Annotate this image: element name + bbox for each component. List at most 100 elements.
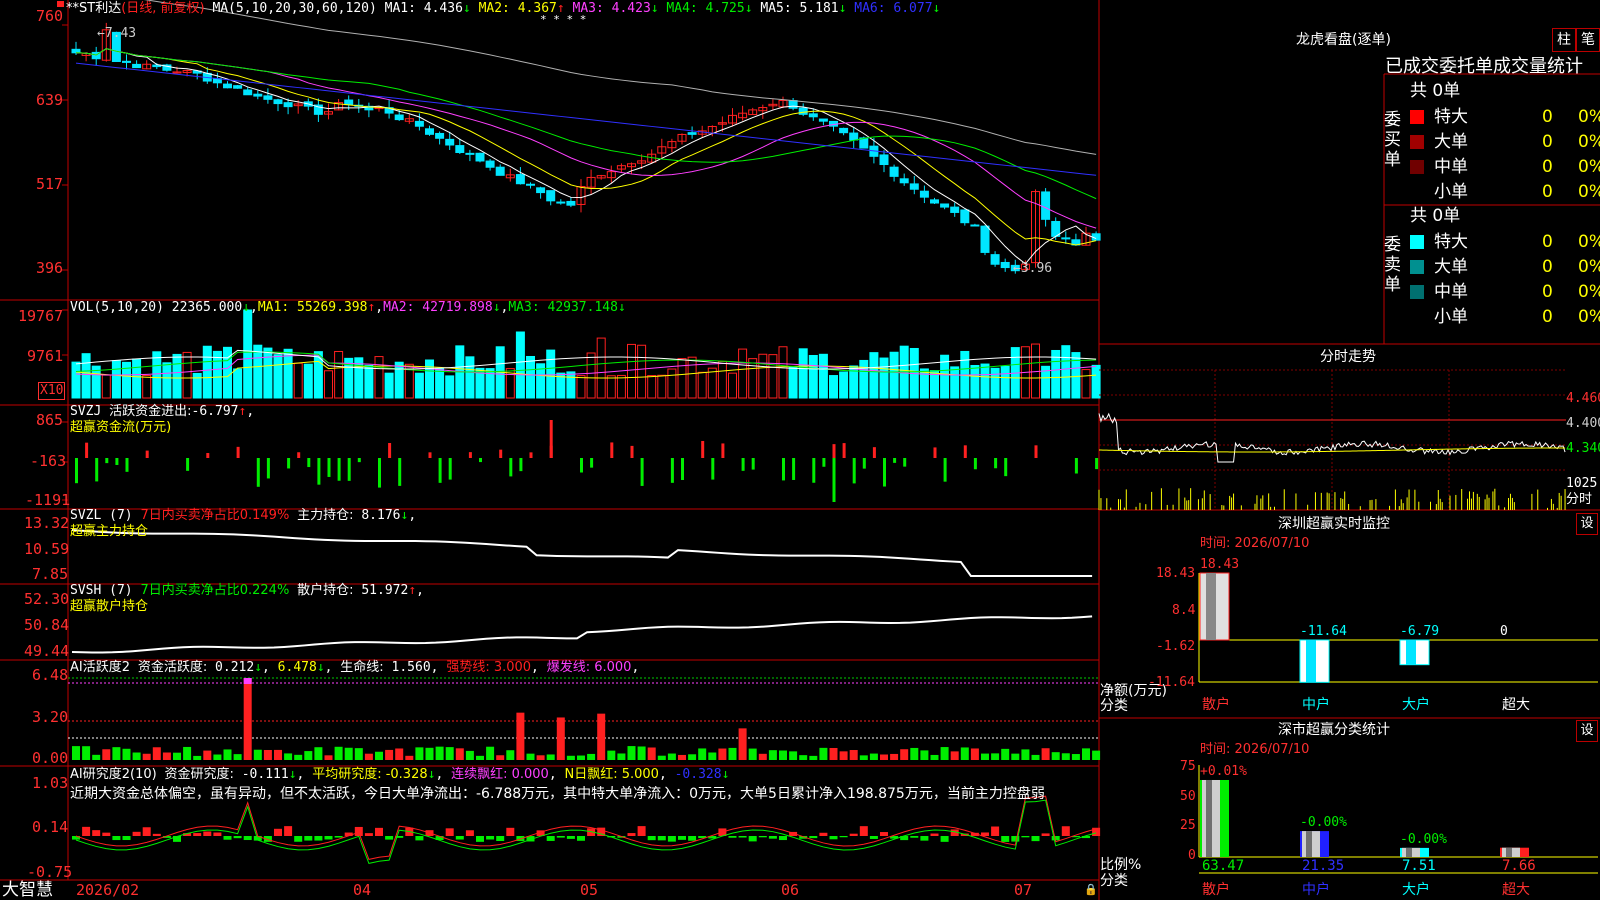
cls-category-label: 大户	[1402, 882, 1430, 898]
order-row: 特大 0 0%	[1410, 106, 1600, 128]
sell-side-label: 委卖单	[1384, 235, 1401, 295]
intraday-title: 分时走势	[1320, 349, 1376, 365]
research-down-bar	[233, 836, 242, 839]
ma-legend-item: MA5: 5.181	[752, 1, 839, 16]
volume-bar	[768, 354, 778, 399]
activity-bar	[940, 747, 949, 760]
svzj-inflow-bar	[499, 449, 503, 458]
order-row: 大单 0 0%	[1410, 256, 1600, 278]
svzj-outflow-bar	[590, 458, 594, 468]
lock-icon[interactable]: 🔒	[1084, 882, 1098, 898]
svzj-outflow-bar	[580, 458, 583, 473]
main-legend: **ST利达(日线, 前复权) MA(5,10,20,30,60,120) MA…	[66, 1, 940, 17]
svsh-ratio: 7日内买卖净占比0.224%	[140, 583, 290, 598]
order-count: 0	[1542, 182, 1553, 202]
cls-tick-1: 50	[1180, 789, 1196, 804]
activity-bar	[789, 751, 798, 760]
volume-bar	[707, 367, 717, 399]
research-line-green	[75, 799, 1097, 864]
svzj-outflow-bar	[883, 458, 886, 487]
intraday-unit: 分时	[1566, 492, 1593, 507]
candle-body	[899, 178, 909, 184]
svzj-outflow-bar	[519, 458, 523, 472]
candle-body	[990, 254, 1000, 265]
svzl-axis-mid: 10.59	[24, 540, 70, 558]
volume-bar	[667, 368, 677, 399]
cls-bar-shade	[1306, 831, 1312, 857]
volume-bar	[839, 371, 849, 399]
tick-view-button[interactable]: 笔	[1576, 28, 1600, 52]
ma-legend-item: MA(5,10,20,30,60,120)	[212, 1, 385, 16]
svzj-inflow-bar	[468, 452, 472, 458]
volume-bar	[687, 356, 697, 399]
svzj-outflow-bar	[973, 458, 977, 470]
activity-bar	[112, 747, 121, 760]
sz-ylabel: 净额(万元)	[1100, 683, 1167, 699]
candle-body	[566, 200, 576, 206]
research-down-bar	[556, 836, 565, 838]
svzj-axis-mid: -163	[30, 452, 67, 470]
ma-line-5	[75, 48, 1097, 265]
activity-bar	[556, 717, 565, 760]
volume-bar	[889, 351, 899, 399]
activity-bar	[385, 749, 394, 760]
sz-bar-value: 18.43	[1200, 557, 1240, 572]
sz-monitor-settings-button[interactable]: 设	[1576, 513, 1598, 535]
svzj-outflow-bar	[398, 458, 402, 486]
volume-bar	[223, 346, 232, 399]
lhb-tabs[interactable]: 已成交委托单成交量统计	[1385, 56, 1583, 78]
candle-body	[879, 154, 889, 166]
candle-body	[495, 166, 505, 176]
sz-category-label: 大户	[1402, 697, 1430, 713]
order-size-label: 大单	[1434, 257, 1468, 277]
column-view-button[interactable]: 柱	[1552, 28, 1576, 52]
research-down-bar	[334, 836, 343, 838]
cls-tick-2: 25	[1180, 818, 1196, 833]
activity-bar	[1051, 752, 1060, 760]
low-price-label: ←3.96	[1013, 261, 1053, 276]
stock-name: **ST利达	[66, 1, 122, 16]
activity-bar	[849, 750, 858, 760]
sz-tick-0: 18.43	[1156, 566, 1196, 581]
svzj-outflow-bar	[792, 458, 796, 480]
research-down-bar	[657, 836, 666, 841]
research-up-bar	[375, 827, 383, 836]
svzj-outflow-bar	[337, 458, 341, 481]
ai-research-red: 连续飘红: 0.000	[451, 767, 549, 782]
activity-bar	[607, 750, 616, 760]
sz-bar-value: 0	[1500, 624, 1508, 639]
settings-marker[interactable]	[57, 1, 64, 7]
research-down-bar	[314, 836, 323, 841]
low-price-value: 3.96	[1020, 261, 1053, 276]
cls-category-label: 散户	[1202, 882, 1230, 898]
activity-bar	[779, 750, 787, 760]
activity-bar	[72, 746, 80, 760]
research-up-bar	[1061, 826, 1070, 836]
volume-bar	[202, 345, 212, 399]
activity-peak	[243, 678, 252, 684]
activity-bar	[1001, 748, 1010, 760]
order-size-label: 大单	[1434, 132, 1468, 152]
intraday-vol-tick: 1025	[1566, 476, 1598, 491]
activity-bar	[364, 753, 373, 760]
svzj-outflow-bar	[327, 458, 331, 477]
class-stat-settings-button[interactable]: 设	[1576, 720, 1598, 742]
order-count: 0	[1542, 157, 1553, 177]
activity-bar	[132, 752, 141, 760]
volume-bar	[566, 371, 576, 399]
svzj-bars	[75, 420, 1099, 502]
activity-bar	[486, 746, 495, 760]
research-up-bar	[142, 827, 151, 836]
order-count: 0	[1542, 307, 1553, 327]
ai-research-nred: N日飘红: 5.000	[564, 767, 659, 782]
research-down-bar	[304, 836, 313, 841]
research-down-bar	[758, 836, 767, 838]
volume-bar	[526, 355, 535, 399]
order-size-label: 特大	[1434, 107, 1468, 127]
chart-canvas[interactable]	[0, 0, 1600, 900]
activity-bar	[587, 753, 596, 760]
research-down-bar	[809, 836, 818, 839]
research-down-bar	[577, 836, 585, 841]
candlestick-series	[71, 22, 1101, 274]
research-down-bar	[385, 836, 394, 840]
